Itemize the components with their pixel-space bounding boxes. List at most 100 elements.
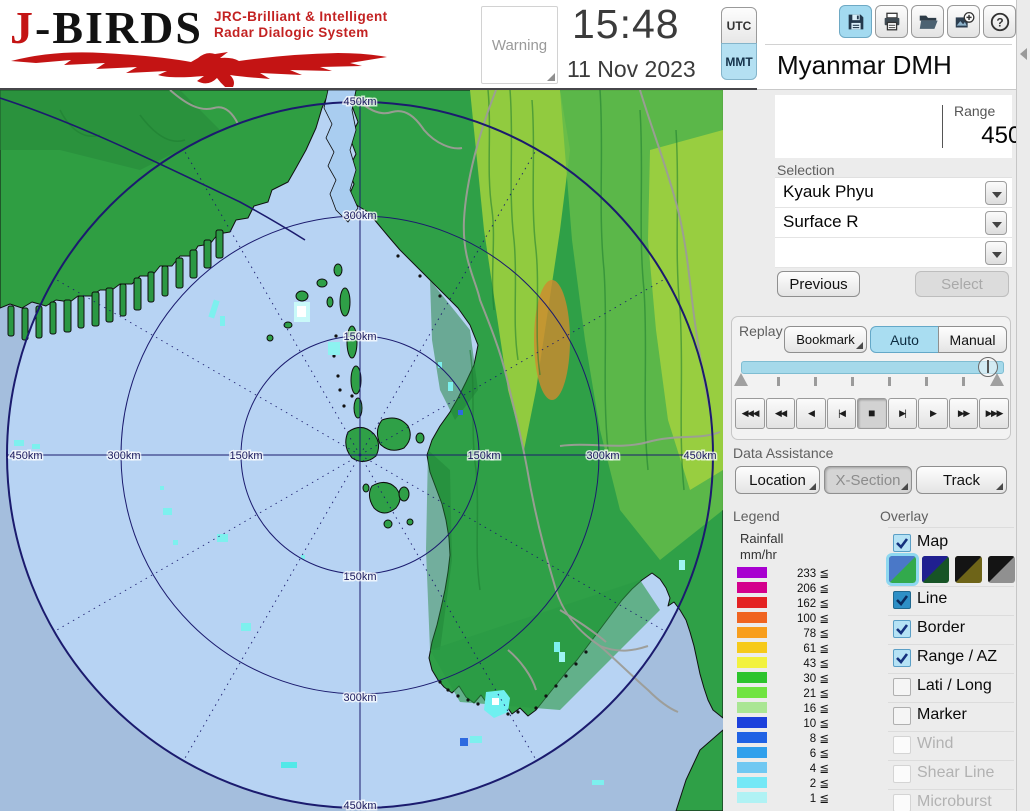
bookmark-button[interactable]: Bookmark	[784, 326, 867, 353]
map-style-swatches	[888, 556, 1014, 584]
overlay-item-marker[interactable]: Marker	[888, 706, 1014, 728]
legend-row: 43 ≦	[737, 656, 857, 670]
check-icon	[894, 650, 910, 666]
rewind-fast-button[interactable]: ◀◀	[766, 398, 796, 429]
radar-map[interactable]: 450km 300km 150km 150km 300km 450km 450k…	[0, 90, 723, 811]
svg-text:?: ?	[996, 15, 1003, 29]
legend-row: 2 ≦	[737, 776, 857, 790]
stop-button[interactable]: ■	[857, 398, 887, 429]
svg-text:300km: 300km	[586, 450, 619, 462]
print-icon	[881, 11, 903, 33]
rewind-fastest-button[interactable]: ◀◀◀	[735, 398, 765, 429]
step-back-button[interactable]: |◀	[827, 398, 857, 429]
legend-row: 30 ≦	[737, 671, 857, 685]
forward-fast-button[interactable]: ▶▶	[949, 398, 979, 429]
overlay-item-map[interactable]: Map	[888, 533, 1014, 555]
replay-timeline-slider[interactable]	[741, 361, 1004, 374]
logo-birds: -BIRDS	[35, 2, 203, 53]
check-icon	[894, 621, 910, 637]
legend-row: 100 ≦	[737, 611, 857, 625]
selection-field-product[interactable]: Surface R	[775, 208, 1012, 238]
selection-field-extra[interactable]	[775, 238, 1012, 268]
legend-unit: Rainfall	[740, 531, 783, 546]
map-style-1[interactable]	[889, 556, 916, 583]
previous-button[interactable]: Previous	[777, 271, 860, 297]
selection-list: Kyauk Phyu Surface R	[775, 177, 1012, 268]
dropdown-button-product[interactable]	[985, 211, 1007, 235]
selection-label: Selection	[777, 162, 835, 178]
chevron-down-icon	[992, 222, 1002, 228]
logo-j: J	[10, 2, 35, 53]
legend-row: 233 ≦	[737, 566, 857, 580]
legend-row: 16 ≦	[737, 701, 857, 715]
checkbox-marker[interactable]	[893, 707, 911, 725]
save-icon	[845, 11, 867, 33]
checkbox-border[interactable]	[893, 620, 911, 638]
legend-row: 21 ≦	[737, 686, 857, 700]
legend-row: 162 ≦	[737, 596, 857, 610]
step-forward-button[interactable]: ▶|	[888, 398, 918, 429]
clock-time: 15:48	[572, 1, 680, 48]
checkbox-microburst	[893, 794, 911, 811]
legend-row: 78 ≦	[737, 626, 857, 640]
svg-text:300km: 300km	[107, 450, 140, 462]
svg-text:450km: 450km	[683, 450, 716, 462]
selection-field-site[interactable]: Kyauk Phyu	[775, 178, 1012, 208]
collapse-arrow-icon	[1020, 48, 1027, 60]
manual-button[interactable]: Manual	[938, 326, 1007, 353]
overlay-item-wind: Wind	[888, 735, 1014, 757]
checkbox-shear-line	[893, 765, 911, 783]
overlay-item-border[interactable]: Border	[888, 619, 1014, 641]
forward-fastest-button[interactable]: ▶▶▶	[979, 398, 1009, 429]
menu-corner-icon	[996, 483, 1003, 490]
resize-grip-icon	[547, 73, 555, 81]
map-top-border	[0, 88, 757, 90]
select-button[interactable]: Select	[915, 271, 1009, 297]
control-panel: Range 450 km Selection Kyauk Phyu Surfac…	[723, 90, 1016, 811]
station-title: Myanmar DMH	[777, 50, 952, 81]
checkbox-line[interactable]	[893, 591, 911, 609]
map-style-4[interactable]	[988, 556, 1015, 583]
open-folder-button[interactable]	[911, 5, 944, 38]
auto-button[interactable]: Auto	[870, 326, 939, 353]
utc-button[interactable]: UTC	[721, 7, 757, 44]
dropdown-button-extra[interactable]	[985, 241, 1007, 265]
svg-text:450km: 450km	[343, 800, 376, 811]
legend-unit: mm/hr	[740, 547, 777, 562]
checkbox-map[interactable]	[893, 534, 911, 552]
eagle-logo-icon	[8, 47, 390, 87]
overlay-item-lati-long[interactable]: Lati / Long	[888, 677, 1014, 699]
play-button[interactable]: ▶	[918, 398, 948, 429]
save-button[interactable]	[839, 5, 872, 38]
data-assistance-label: Data Assistance	[733, 445, 833, 461]
checkbox-range-az[interactable]	[893, 649, 911, 667]
help-button[interactable]: ?	[983, 5, 1016, 38]
print-button[interactable]	[875, 5, 908, 38]
svg-text:450km: 450km	[343, 96, 376, 108]
timeline-start-marker	[734, 373, 748, 386]
location-button[interactable]: Location	[735, 466, 820, 494]
overlay-item-range-az[interactable]: Range / AZ	[888, 648, 1014, 670]
xsection-button[interactable]: X-Section	[824, 466, 912, 494]
overlay-item-line[interactable]: Line	[888, 590, 1014, 612]
checkbox-lati-long[interactable]	[893, 678, 911, 696]
warning-button[interactable]: Warning	[481, 6, 558, 84]
overlay-item-shear-line: Shear Line	[888, 764, 1014, 786]
timeline-end-marker	[990, 373, 1004, 386]
range-label: Range	[954, 103, 995, 119]
map-style-2[interactable]	[922, 556, 949, 583]
map-style-3[interactable]	[955, 556, 982, 583]
chevron-down-icon	[992, 252, 1002, 258]
dropdown-button-site[interactable]	[985, 181, 1007, 205]
track-button[interactable]: Track	[916, 466, 1007, 494]
play-reverse-button[interactable]: ◀	[796, 398, 826, 429]
logo-tagline: JRC-Brilliant & Intelligent Radar Dialog…	[214, 9, 388, 41]
panel-collapse-handle[interactable]	[1016, 0, 1030, 811]
svg-text:300km: 300km	[343, 210, 376, 222]
legend-row: 4 ≦	[737, 761, 857, 775]
mmt-button[interactable]: MMT	[721, 43, 757, 80]
menu-corner-icon	[809, 483, 816, 490]
add-image-button[interactable]	[947, 5, 980, 38]
transport-controls: ◀◀◀ ◀◀ ◀ |◀ ■ ▶| ▶ ▶▶ ▶▶▶	[735, 398, 1009, 429]
check-icon	[894, 535, 910, 551]
